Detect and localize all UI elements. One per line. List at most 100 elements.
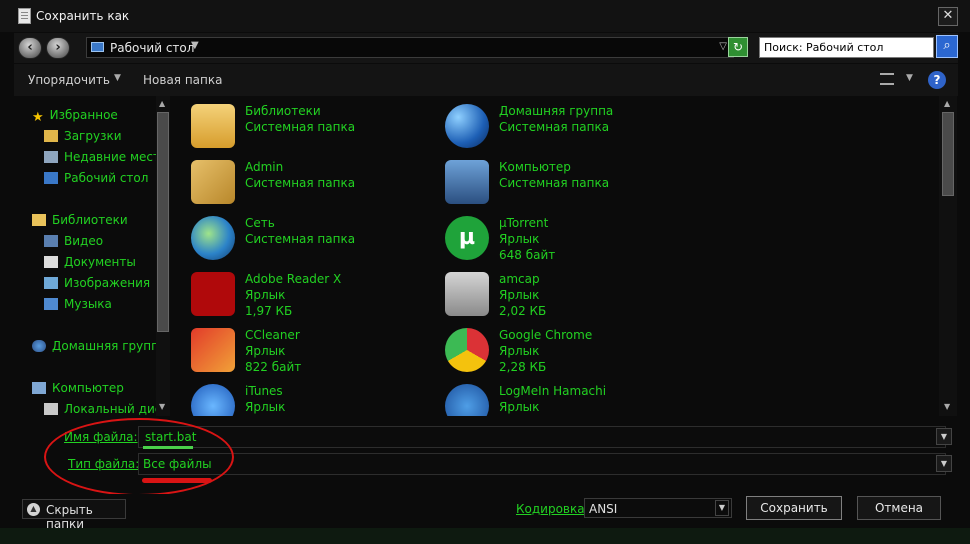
amcap-icon	[445, 272, 489, 316]
view-options-icon[interactable]	[880, 73, 894, 85]
desktop-icon	[44, 172, 58, 184]
history-dropdown-icon[interactable]: ▽	[719, 41, 727, 52]
chevron-down-icon[interactable]: ▼	[715, 500, 729, 516]
address-text: Рабочий стол	[110, 41, 195, 55]
annotation-underline	[142, 478, 212, 483]
list-item[interactable]: Google Chrome Ярлык 2,28 КБ	[435, 322, 675, 374]
sidebar-item-favorites[interactable]: ★ Избранное	[32, 108, 118, 125]
hamachi-icon	[445, 384, 489, 416]
taskbar-strip	[0, 528, 970, 544]
navigation-bar: ‹ › Рабочий стол ▼ ▽ ↻ ⌕	[14, 33, 958, 63]
filetype-select[interactable]: Все файлы	[138, 453, 946, 475]
refresh-button[interactable]: ↻	[728, 37, 748, 57]
filename-label: Имя файла:	[64, 430, 138, 444]
sidebar-item-music[interactable]: Музыка	[44, 297, 112, 311]
hide-folders-label: Скрыть папки	[46, 503, 93, 531]
downloads-icon	[44, 130, 58, 142]
images-icon	[44, 277, 58, 289]
computer-icon	[445, 160, 489, 204]
filename-field[interactable]	[138, 426, 946, 448]
title-bar: Сохранить как ✕	[0, 0, 970, 32]
filename-dropdown-icon[interactable]: ▼	[936, 428, 952, 445]
help-icon[interactable]: ?	[928, 71, 946, 89]
list-item[interactable]: Библиотеки Системная папка	[181, 98, 421, 150]
new-folder-button[interactable]: Новая папка	[143, 73, 222, 87]
scrollbar-thumb[interactable]	[157, 112, 169, 332]
scrollbar-thumb[interactable]	[942, 112, 954, 196]
ccleaner-icon	[191, 328, 235, 372]
homegroup-icon	[445, 104, 489, 148]
sidebar-item-video[interactable]: Видео	[44, 234, 103, 248]
search-input[interactable]	[759, 37, 934, 58]
encoding-select[interactable]: ANSI ▼	[584, 498, 732, 518]
command-toolbar: Упорядочить ▼ Новая папка ▼ ?	[14, 64, 958, 96]
address-bar[interactable]: Рабочий стол ▼ ▽	[86, 37, 734, 58]
network-icon	[191, 216, 235, 260]
list-item[interactable]: amcap Ярлык 2,02 КБ	[435, 266, 675, 318]
filetype-label: Тип файла:	[68, 457, 140, 471]
encoding-label: Кодировка:	[516, 502, 589, 516]
video-icon	[44, 235, 58, 247]
cancel-button[interactable]: Отмена	[857, 496, 941, 520]
star-icon: ★	[32, 110, 44, 125]
list-item[interactable]: LogMeIn Hamachi Ярлык	[435, 378, 675, 416]
sidebar-item-recent[interactable]: Недавние места	[44, 150, 156, 164]
scroll-up-icon[interactable]: ▲	[944, 99, 950, 108]
file-list: Библиотеки Системная папка Домашняя груп…	[181, 96, 939, 416]
scroll-down-icon[interactable]: ▼	[159, 402, 165, 411]
close-button[interactable]: ✕	[938, 7, 958, 26]
scroll-down-icon[interactable]: ▼	[944, 402, 950, 411]
filename-row: Имя файла: ▼	[14, 426, 958, 448]
desktop-folder-icon	[91, 42, 104, 52]
sidebar-item-computer[interactable]: Компьютер	[32, 381, 124, 395]
filetype-dropdown-icon[interactable]: ▼	[936, 455, 952, 472]
file-list-scrollbar[interactable]: ▲ ▼	[939, 96, 957, 416]
disk-icon	[44, 403, 58, 415]
list-item[interactable]: Домашняя группа Системная папка	[435, 98, 675, 150]
documents-icon	[44, 256, 58, 268]
list-item[interactable]: µ µTorrent Ярлык 648 байт	[435, 210, 675, 262]
list-item[interactable]: Adobe Reader X Ярлык 1,97 КБ	[181, 266, 421, 318]
chrome-icon	[445, 328, 489, 372]
sidebar-scrollbar[interactable]: ▲ ▼	[156, 96, 170, 416]
window-title: Сохранить как	[36, 9, 130, 23]
encoding-value: ANSI	[589, 502, 618, 516]
save-button[interactable]: Сохранить	[746, 496, 842, 520]
search-icon[interactable]: ⌕	[936, 35, 958, 58]
music-icon	[44, 298, 58, 310]
sidebar-item-images[interactable]: Изображения	[44, 276, 150, 290]
forward-button[interactable]: ›	[46, 37, 70, 59]
organize-dropdown-icon[interactable]: ▼	[114, 73, 121, 83]
filetype-row: Тип файла: Все файлы ▼	[14, 453, 958, 475]
sidebar-item-desktop[interactable]: Рабочий стол	[44, 171, 148, 185]
itunes-icon	[191, 384, 235, 416]
view-dropdown-icon[interactable]: ▼	[906, 73, 913, 83]
computer-icon	[32, 382, 46, 394]
collapse-icon: ▲	[27, 503, 40, 516]
sidebar-item-documents[interactable]: Документы	[44, 255, 136, 269]
scroll-up-icon[interactable]: ▲	[159, 99, 165, 108]
adobe-reader-icon	[191, 272, 235, 316]
list-item[interactable]: Компьютер Системная папка	[435, 154, 675, 206]
filetype-value: Все файлы	[143, 457, 212, 471]
sidebar-item-libraries[interactable]: Библиотеки	[32, 213, 128, 227]
list-item[interactable]: CCleaner Ярлык 822 байт	[181, 322, 421, 374]
libraries-folder-icon	[191, 104, 235, 148]
user-folder-icon	[191, 160, 235, 204]
hide-folders-button[interactable]: ▲ Скрыть папки	[22, 499, 126, 531]
list-item[interactable]: Сеть Системная папка	[181, 210, 421, 262]
back-button[interactable]: ‹	[18, 37, 42, 59]
sidebar-item-local-disk[interactable]: Локальный диск	[44, 402, 156, 416]
homegroup-icon	[32, 340, 46, 352]
chevron-down-icon[interactable]: ▼	[191, 40, 199, 51]
recent-places-icon	[44, 151, 58, 163]
notepad-icon	[18, 8, 31, 24]
organize-button[interactable]: Упорядочить	[28, 73, 110, 87]
list-item[interactable]: Admin Системная папка	[181, 154, 421, 206]
sidebar-item-downloads[interactable]: Загрузки	[44, 129, 122, 143]
sidebar-item-homegroup[interactable]: Домашняя группа	[32, 339, 156, 353]
utorrent-icon: µ	[445, 216, 489, 260]
list-item[interactable]: iTunes Ярлык	[181, 378, 421, 416]
footer-bar: ▲ Скрыть папки Кодировка: ANSI ▼ Сохрани…	[0, 494, 970, 544]
navigation-pane: ★Избранное Загрузки Недавние места Рабоч…	[22, 96, 156, 416]
